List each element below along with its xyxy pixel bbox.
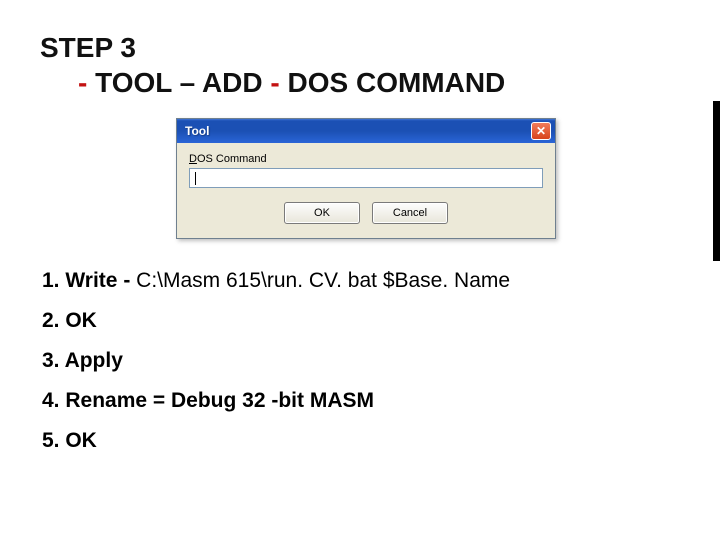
close-button[interactable]: ✕ [531, 122, 551, 140]
step-1-lead: 1. Write [42, 269, 123, 292]
step-4: 4. Rename = Debug 32 -bit MASM [42, 381, 680, 421]
label-rest: OS Command [197, 153, 267, 165]
dos-command-label: DOS Command [189, 153, 543, 165]
step-1-command: C:\Masm 615\run. CV. bat $Base. Name [130, 269, 510, 292]
close-icon: ✕ [536, 125, 546, 137]
heading-segment-main: TOOL – ADD [87, 67, 270, 98]
step-5: 5. OK [42, 421, 680, 461]
step-3: 3. Apply [42, 341, 680, 381]
instruction-list: 1. Write - C:\Masm 615\run. CV. bat $Bas… [42, 261, 680, 460]
heading-dash-1: - [78, 67, 87, 98]
heading-line-1: STEP 3 [40, 30, 680, 65]
dialog-body: DOS Command OK Cancel [177, 143, 555, 238]
label-accelerator: D [189, 153, 197, 165]
dialog-button-row: OK Cancel [189, 202, 543, 224]
dialog-title: Tool [185, 124, 531, 138]
dialog-titlebar[interactable]: Tool ✕ [177, 119, 555, 143]
heading-segment-tail: DOS COMMAND [280, 67, 506, 98]
cancel-button-label: Cancel [393, 207, 427, 219]
heading-line-2: - TOOL – ADD - DOS COMMAND [40, 65, 680, 100]
decorative-strip [713, 101, 720, 261]
tool-dialog: Tool ✕ DOS Command OK Ca [176, 118, 556, 239]
slide-heading: STEP 3 - TOOL – ADD - DOS COMMAND [40, 30, 680, 100]
slide: STEP 3 - TOOL – ADD - DOS COMMAND Tool ✕… [0, 0, 720, 540]
dos-command-input[interactable] [189, 168, 543, 188]
dialog-screenshot: Tool ✕ DOS Command OK Ca [176, 118, 680, 239]
text-caret [195, 172, 196, 185]
heading-dash-2: - [270, 67, 279, 98]
ok-button-label: OK [314, 207, 330, 219]
cancel-button[interactable]: Cancel [372, 202, 448, 224]
step-1: 1. Write - C:\Masm 615\run. CV. bat $Bas… [42, 261, 680, 301]
ok-button[interactable]: OK [284, 202, 360, 224]
step-2: 2. OK [42, 301, 680, 341]
